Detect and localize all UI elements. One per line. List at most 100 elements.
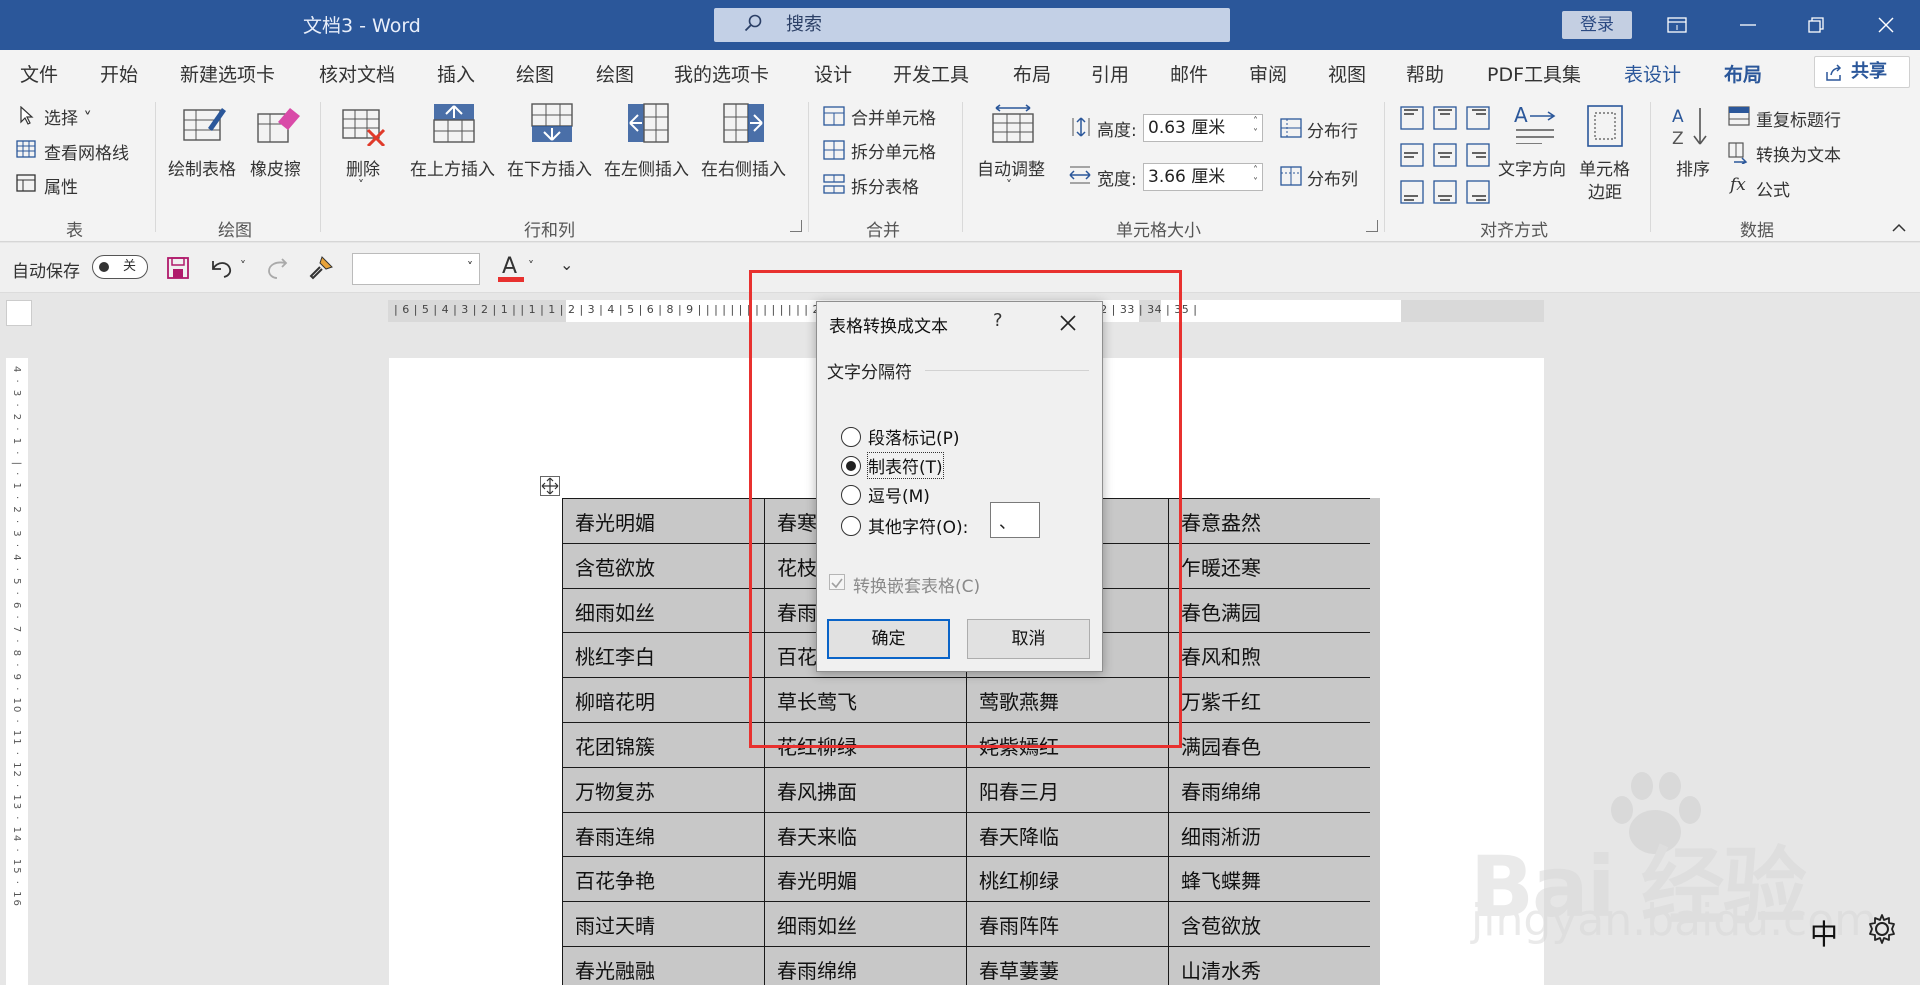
search-input[interactable]: 搜索 [714, 8, 1230, 42]
align-top-center-icon[interactable] [1433, 106, 1457, 130]
eraser-button[interactable]: 橡皮擦 [250, 155, 301, 180]
align-middle-right-icon[interactable] [1466, 143, 1490, 167]
tab-12[interactable]: 邮件 [1170, 60, 1208, 87]
separator-radio-0[interactable] [841, 427, 861, 447]
font-color-dropdown-icon[interactable]: ˅ [528, 259, 534, 273]
table-cell[interactable]: 万紫千红 [1168, 677, 1371, 723]
vertical-ruler[interactable]: 4 · 3 · 2 · 1 · | · 1 · 2 · 3 · 4 · 5 · … [6, 358, 28, 985]
restore-icon[interactable] [1801, 10, 1831, 40]
undo-dropdown-icon[interactable]: ˅ [240, 259, 246, 273]
tab-13[interactable]: 审阅 [1249, 60, 1287, 87]
minimize-icon[interactable] [1733, 10, 1763, 40]
align-middle-center-icon[interactable] [1433, 143, 1457, 167]
distribute-rows-button[interactable]: 分布行 [1307, 117, 1358, 142]
tab-11[interactable]: 引用 [1091, 60, 1129, 87]
gear-icon[interactable] [1865, 912, 1899, 946]
dialog-close-icon[interactable] [1057, 312, 1079, 334]
table-cell[interactable]: 含苞欲放 [1168, 901, 1371, 947]
table-cell[interactable]: 春风和煦 [1168, 632, 1371, 679]
align-bottom-right-icon[interactable] [1466, 180, 1490, 204]
tab-selector-icon[interactable] [6, 300, 32, 326]
merge-cells-button[interactable]: 合并单元格 [851, 104, 936, 129]
cell-size-launcher-icon[interactable] [1366, 220, 1378, 232]
table-cell[interactable]: 春光明媚 [764, 856, 967, 903]
table-move-handle-icon[interactable] [540, 476, 560, 496]
table-cell[interactable]: 百花争艳 [562, 856, 765, 903]
separator-radio-label-1[interactable]: 制表符(T) [867, 452, 944, 479]
align-top-left-icon[interactable] [1400, 106, 1424, 130]
cancel-button[interactable]: 取消 [967, 619, 1090, 659]
delete-dropdown-icon[interactable]: ˅ [358, 178, 364, 192]
table-cell[interactable]: 细雨如丝 [562, 587, 765, 634]
table-cell[interactable]: 春雨连绵 [562, 811, 765, 858]
separator-radio-label-3[interactable]: 其他字符(O): [868, 513, 968, 538]
tab-3[interactable]: 核对文档 [319, 60, 395, 87]
align-bottom-left-icon[interactable] [1400, 180, 1424, 204]
insert-left-button[interactable]: 在左侧插入 [604, 155, 689, 180]
tab-8[interactable]: 设计 [814, 60, 852, 87]
repeat-header-button[interactable]: 重复标题行 [1756, 106, 1841, 131]
font-size-combobox[interactable]: ˅ [352, 253, 480, 285]
save-icon[interactable] [166, 256, 190, 280]
other-char-input[interactable]: 、 [990, 502, 1040, 538]
tab-2[interactable]: 新建选项卡 [180, 60, 275, 87]
autosave-toggle[interactable]: 关 [92, 255, 148, 279]
align-top-right-icon[interactable] [1466, 106, 1490, 130]
rows-cols-launcher-icon[interactable] [790, 220, 802, 232]
table-cell[interactable]: 花红柳绿 [764, 721, 967, 768]
tab-4[interactable]: 插入 [437, 60, 475, 87]
table-cell[interactable]: 春光明媚 [562, 498, 765, 544]
align-middle-left-icon[interactable] [1400, 143, 1424, 167]
separator-radio-3[interactable] [841, 516, 861, 536]
table-cell[interactable]: 姹紫嫣红 [966, 721, 1169, 768]
share-button[interactable]: 共享 [1814, 56, 1910, 88]
tab-10[interactable]: 布局 [1013, 60, 1051, 87]
table-cell[interactable]: 春雨阵阵 [966, 901, 1169, 947]
table-cell[interactable]: 柳暗花明 [562, 677, 765, 723]
table-cell[interactable]: 含苞欲放 [562, 542, 765, 589]
format-painter-icon[interactable] [308, 255, 334, 281]
table-cell[interactable]: 春雨绵绵 [1168, 766, 1371, 813]
table-cell[interactable]: 满园春色 [1168, 721, 1371, 768]
separator-radio-label-2[interactable]: 逗号(M) [868, 482, 930, 507]
autofit-dropdown-icon[interactable]: ˅ [1006, 178, 1012, 192]
align-bottom-center-icon[interactable] [1433, 180, 1457, 204]
table-cell[interactable]: 春天降临 [966, 811, 1169, 858]
separator-radio-label-0[interactable]: 段落标记(P) [868, 424, 960, 449]
convert-to-text-button[interactable]: 转换为文本 [1756, 141, 1841, 166]
table-cell[interactable]: 春光融融 [562, 945, 765, 985]
text-direction-button[interactable]: 文字方向 [1498, 155, 1566, 180]
login-button[interactable]: 登录 [1562, 11, 1632, 39]
table-cell[interactable]: 阳春三月 [966, 766, 1169, 813]
tab-7[interactable]: 我的选项卡 [674, 60, 769, 87]
dialog-help-button[interactable]: ? [993, 310, 1003, 331]
insert-below-button[interactable]: 在下方插入 [507, 155, 592, 180]
undo-icon[interactable] [208, 255, 236, 279]
select-button[interactable]: 选择 ˅ [44, 104, 92, 129]
table-cell[interactable]: 莺歌燕舞 [966, 677, 1169, 723]
table-cell[interactable]: 细雨淅沥 [1168, 811, 1371, 858]
tab-1[interactable]: 开始 [100, 60, 138, 87]
table-cell[interactable]: 春天来临 [764, 811, 967, 858]
table-cell[interactable]: 春雨绵绵 [764, 945, 967, 985]
view-gridlines-button[interactable]: 查看网格线 [44, 139, 129, 164]
customize-qat-icon[interactable]: ⌄ [560, 255, 573, 274]
ok-button[interactable]: 确定 [827, 619, 950, 659]
cell-margins-label-2[interactable]: 边距 [1588, 178, 1622, 203]
table-cell[interactable]: 万物复苏 [562, 766, 765, 813]
table-cell[interactable]: 花团锦簇 [562, 721, 765, 768]
separator-radio-2[interactable] [841, 485, 861, 505]
distribute-columns-button[interactable]: 分布列 [1307, 165, 1358, 190]
table-cell[interactable]: 乍暖还寒 [1168, 542, 1371, 589]
sort-button[interactable]: 排序 [1676, 155, 1710, 180]
table-cell[interactable]: 山清水秀 [1168, 945, 1371, 985]
row-height-input[interactable]: 0.63 厘米 ˄ ˅ [1143, 114, 1263, 142]
table-cell[interactable]: 草长莺飞 [764, 677, 967, 723]
table-cell[interactable]: 桃红李白 [562, 632, 765, 679]
properties-button[interactable]: 属性 [44, 173, 78, 198]
close-window-icon[interactable] [1871, 10, 1901, 40]
table-cell[interactable]: 蜂飞蝶舞 [1168, 856, 1371, 903]
table-cell[interactable]: 春风拂面 [764, 766, 967, 813]
tab-17[interactable]: 表设计 [1624, 60, 1681, 87]
ime-indicator[interactable]: 中 [1810, 913, 1838, 953]
